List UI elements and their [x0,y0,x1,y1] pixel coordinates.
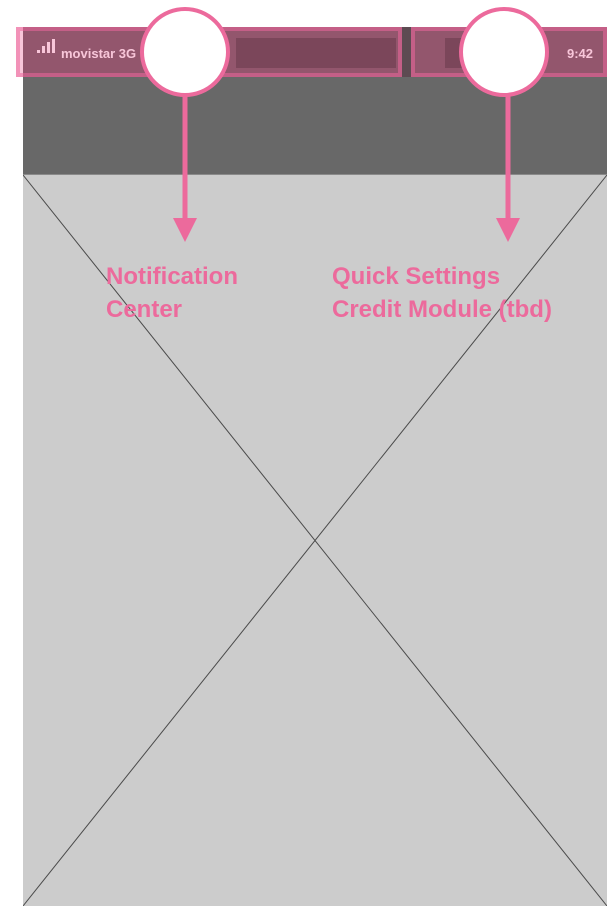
notification-center-annotation: Notification Center [106,260,238,326]
callout-circle-right [459,7,549,97]
arrow-head-right [496,218,520,242]
callout-circle-left [140,7,230,97]
wireframe-diagram: movistar 3G 9:42 Notification Center Qui… [0,0,607,906]
quick-settings-annotation: Quick Settings Credit Module (tbd) [332,260,552,326]
arrow-head-left [173,218,197,242]
annotation-right-line2: Credit Module (tbd) [332,296,552,323]
annotation-left-line1: Notification [106,263,238,290]
annotation-right-line1: Quick Settings [332,263,501,290]
annotation-left-line2: Center [106,296,183,323]
callout-arrows [173,95,520,242]
